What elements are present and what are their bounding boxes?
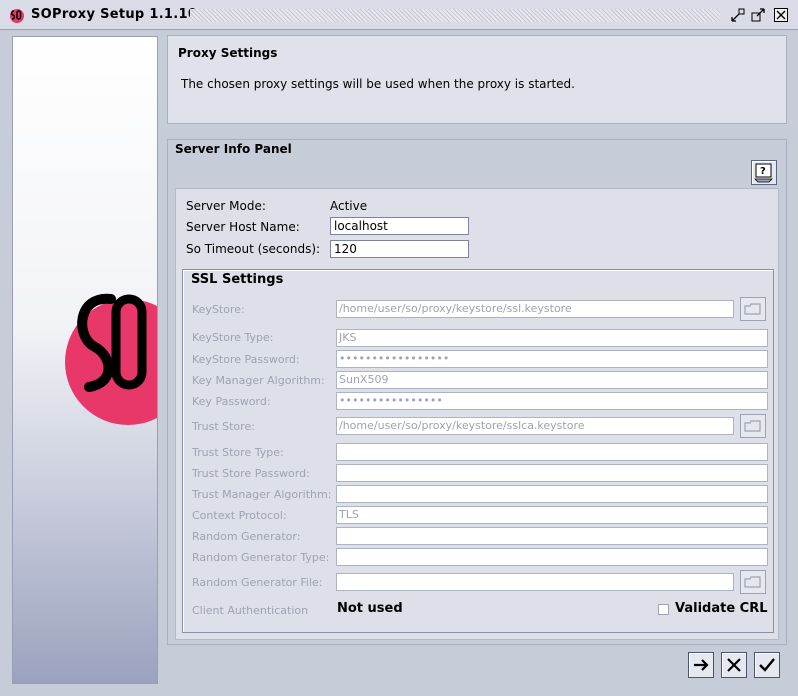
- trust-store-password-label: Trust Store Password:: [192, 467, 310, 480]
- random-generator-file-label: Random Generator File:: [192, 576, 323, 589]
- finish-check-icon: [759, 658, 775, 672]
- trust-store-type-input[interactable]: [336, 443, 768, 461]
- next-arrow-icon: [694, 659, 709, 671]
- server-mode-label: Server Mode:: [186, 199, 266, 213]
- timeout-label: So Timeout (seconds):: [186, 242, 321, 256]
- page-title: Proxy Settings: [178, 46, 278, 60]
- random-generator-type-label: Random Generator Type:: [192, 551, 330, 564]
- keystore-password-input[interactable]: •••••••••••••••••: [336, 350, 768, 368]
- timeout-input[interactable]: 120: [330, 240, 469, 258]
- server-host-input[interactable]: localhost: [330, 217, 469, 235]
- keystore-label: KeyStore:: [192, 303, 245, 316]
- server-info-panel: Server Info Panel ? Server Mode: Active …: [167, 139, 787, 645]
- validate-crl-checkbox[interactable]: [658, 604, 669, 615]
- trust-store-input[interactable]: /home/user/so/proxy/keystore/sslca.keyst…: [336, 417, 734, 435]
- trust-store-label: Trust Store:: [192, 420, 255, 433]
- keystore-type-label: KeyStore Type:: [192, 331, 274, 344]
- trust-store-type-label: Trust Store Type:: [192, 446, 284, 459]
- next-button[interactable]: [688, 652, 714, 678]
- ssl-settings-group: SSL Settings KeyStore: /home/user/so/pro…: [182, 269, 774, 633]
- page-description: The chosen proxy settings will be used w…: [181, 77, 575, 91]
- header-panel: Proxy Settings The chosen proxy settings…: [167, 35, 787, 124]
- client-auth-value: Not used: [337, 601, 403, 616]
- client-auth-label: Client Authentication: [192, 604, 309, 617]
- keystore-password-label: KeyStore Password:: [192, 353, 300, 366]
- cancel-button[interactable]: [721, 652, 747, 678]
- key-password-label: Key Password:: [192, 395, 271, 408]
- help-button[interactable]: ?: [751, 160, 777, 185]
- server-info-title: Server Info Panel: [175, 142, 292, 156]
- window-title: SOProxy Setup 1.1.10: [31, 7, 198, 22]
- trust-manager-algorithm-label: Trust Manager Algorithm:: [192, 488, 332, 501]
- cancel-x-icon: [727, 658, 741, 672]
- key-manager-algorithm-label: Key Manager Algorithm:: [192, 374, 325, 387]
- ssl-settings-title: SSL Settings: [191, 272, 284, 287]
- trust-store-password-input[interactable]: [336, 464, 768, 482]
- validate-crl-label[interactable]: Validate CRL: [675, 601, 768, 616]
- trust-store-browse-button[interactable]: [740, 414, 766, 438]
- folder-icon: [744, 576, 761, 588]
- random-generator-file-browse-button[interactable]: [740, 570, 766, 594]
- maximize-icon[interactable]: [750, 7, 766, 23]
- keystore-browse-button[interactable]: [740, 297, 766, 321]
- svg-text:?: ?: [760, 166, 766, 177]
- context-protocol-label: Context Protocol:: [192, 509, 287, 522]
- trust-manager-algorithm-input[interactable]: [336, 485, 768, 503]
- keystore-input[interactable]: /home/user/so/proxy/keystore/ssl.keystor…: [336, 300, 734, 318]
- random-generator-input[interactable]: [336, 527, 768, 545]
- brand-sidebar: [12, 36, 158, 684]
- folder-icon: [744, 420, 761, 432]
- server-host-label: Server Host Name:: [186, 220, 300, 234]
- key-password-input[interactable]: ••••••••••••••••: [336, 392, 768, 410]
- key-manager-algorithm-input[interactable]: SunX509: [336, 371, 768, 389]
- close-icon[interactable]: [773, 7, 789, 23]
- folder-icon: [744, 303, 761, 315]
- random-generator-label: Random Generator:: [192, 530, 301, 543]
- finish-button[interactable]: [754, 652, 780, 678]
- random-generator-type-input[interactable]: [336, 548, 768, 566]
- title-bar: SOProxy Setup 1.1.10: [0, 0, 798, 30]
- random-generator-file-input[interactable]: [336, 573, 734, 591]
- title-bar-grip: [190, 9, 720, 22]
- server-info-body: Server Mode: Active Server Host Name: lo…: [175, 188, 779, 640]
- server-mode-value: Active: [330, 199, 368, 213]
- keystore-type-input[interactable]: JKS: [336, 329, 768, 347]
- context-protocol-input[interactable]: TLS: [336, 506, 768, 524]
- minimize-icon[interactable]: [730, 7, 746, 23]
- so-logo-icon: [10, 9, 24, 23]
- help-icon: ?: [754, 163, 773, 183]
- so-logo: [65, 293, 157, 425]
